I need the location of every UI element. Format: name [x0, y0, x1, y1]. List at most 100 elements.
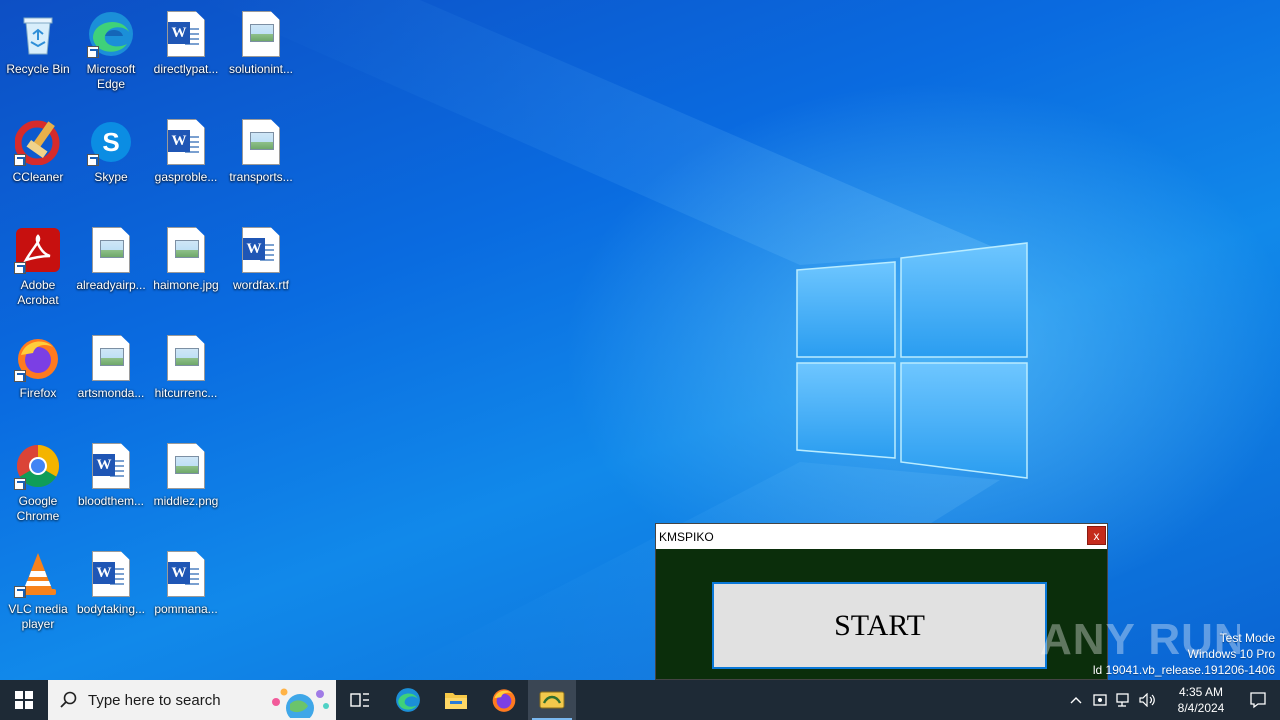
word-document-icon: W [237, 226, 285, 274]
show-hidden-icons-button[interactable] [1064, 680, 1088, 720]
edge-icon [396, 688, 420, 712]
kmspiko-app-icon [539, 691, 565, 709]
shortcut-arrow-icon [87, 46, 99, 58]
firefox-icon [14, 334, 62, 382]
task-view-button[interactable] [336, 680, 384, 720]
desktop-file-image[interactable]: alreadyairp... [73, 220, 149, 320]
icon-label: Google Chrome [16, 494, 60, 523]
shortcut-arrow-icon [14, 586, 26, 598]
windows-edition-text: Windows 10 Pro [1187, 647, 1275, 661]
network-icon [1116, 693, 1129, 707]
microsoft-edge-shortcut[interactable]: Microsoft Edge [73, 4, 149, 104]
icon-label: haimone.jpg [153, 278, 219, 292]
desktop-file-word[interactable]: W pommana... [148, 544, 224, 644]
notification-icon [1250, 692, 1266, 709]
ccleaner-icon [14, 118, 62, 166]
tray-app-icon [1093, 694, 1107, 706]
recycle-bin-icon [14, 10, 62, 58]
adobe-acrobat-icon [14, 226, 62, 274]
image-file-icon [87, 226, 135, 274]
taskbar-edge[interactable] [384, 680, 432, 720]
window-titlebar[interactable]: KMSPIKO [656, 524, 1107, 549]
word-document-icon: W [162, 550, 210, 598]
taskbar-search-box[interactable]: Type here to search [48, 680, 336, 720]
start-menu-button[interactable] [0, 680, 48, 720]
desktop-file-image[interactable]: solutionint... [223, 4, 299, 104]
clock-date: 8/4/2024 [1177, 701, 1225, 715]
recycle-bin-shortcut[interactable]: Recycle Bin [0, 4, 76, 104]
icon-label: solutionint... [228, 62, 294, 76]
edge-icon [87, 10, 135, 58]
shortcut-arrow-icon [14, 478, 26, 490]
skype-shortcut[interactable]: S Skype [73, 112, 149, 212]
icon-label: pommana... [154, 602, 218, 616]
image-file-icon [237, 118, 285, 166]
image-file-icon [237, 10, 285, 58]
close-button[interactable]: x [1087, 526, 1106, 545]
taskbar: Type here to search 4:35 AM 8/4/2024 [0, 680, 1280, 720]
speaker-icon [1139, 693, 1155, 707]
shortcut-arrow-icon [14, 154, 26, 166]
image-file-icon [162, 334, 210, 382]
windows-logo-icon [15, 691, 33, 709]
tray-app-button[interactable] [1088, 680, 1112, 720]
vlc-cone-icon [14, 550, 62, 598]
search-icon [60, 691, 77, 708]
desktop-file-word[interactable]: W bodytaking... [73, 544, 149, 644]
shortcut-arrow-icon [87, 154, 99, 166]
desktop-file-image[interactable]: middlez.png [148, 436, 224, 536]
desktop-file-image[interactable]: transports... [223, 112, 299, 212]
windows-build-info: Test Mode Windows 10 Pro ld 19041.vb_rel… [1093, 630, 1275, 678]
icon-label: VLC media player [8, 602, 68, 631]
test-mode-text: Test Mode [1219, 631, 1275, 645]
desktop-file-word[interactable]: W wordfax.rtf [223, 220, 299, 320]
image-file-icon [87, 334, 135, 382]
image-file-icon [162, 226, 210, 274]
window-title: KMSPIKO [659, 529, 714, 544]
search-placeholder: Type here to search [88, 691, 221, 709]
shortcut-arrow-icon [14, 370, 26, 382]
icon-label: wordfax.rtf [232, 278, 289, 292]
icon-label: Adobe Acrobat [17, 278, 59, 307]
word-document-icon: W [162, 10, 210, 58]
network-button[interactable] [1112, 680, 1136, 720]
icon-label: middlez.png [153, 494, 219, 508]
chrome-icon [14, 442, 62, 490]
icon-label: gasproble... [154, 170, 218, 184]
desktop-file-image[interactable]: hitcurrenc... [148, 328, 224, 428]
icon-label: Recycle Bin [6, 62, 70, 76]
image-file-icon [162, 442, 210, 490]
firefox-shortcut[interactable]: Firefox [0, 328, 76, 428]
taskbar-file-explorer[interactable] [432, 680, 480, 720]
icon-label: artsmonda... [77, 386, 145, 400]
start-button[interactable]: START [712, 582, 1047, 669]
icon-label: bodytaking... [76, 602, 146, 616]
icon-label: directlypat... [153, 62, 219, 76]
adobe-acrobat-shortcut[interactable]: Adobe Acrobat [0, 220, 76, 320]
desktop-file-image[interactable]: artsmonda... [73, 328, 149, 428]
skype-icon: S [87, 118, 135, 166]
action-center-button[interactable] [1236, 680, 1280, 720]
word-document-icon: W [87, 550, 135, 598]
clock-time: 4:35 AM [1178, 685, 1224, 699]
desktop-file-word[interactable]: W directlypat... [148, 4, 224, 104]
taskbar-clock[interactable]: 4:35 AM 8/4/2024 [1166, 684, 1236, 716]
taskbar-kmspiko[interactable] [528, 680, 576, 720]
icon-label: bloodthem... [77, 494, 145, 508]
vlc-shortcut[interactable]: VLC media player [0, 544, 76, 644]
icon-label: Firefox [19, 386, 57, 400]
desktop-file-word[interactable]: W gasproble... [148, 112, 224, 212]
taskbar-firefox[interactable] [480, 680, 528, 720]
firefox-icon [492, 689, 516, 712]
google-chrome-shortcut[interactable]: Google Chrome [0, 436, 76, 536]
word-document-icon: W [87, 442, 135, 490]
volume-button[interactable] [1136, 680, 1160, 720]
ccleaner-shortcut[interactable]: CCleaner [0, 112, 76, 212]
icon-label: hitcurrenc... [154, 386, 218, 400]
desktop-file-word[interactable]: W bloodthem... [73, 436, 149, 536]
icon-label: transports... [229, 170, 293, 184]
icon-label: Microsoft Edge [86, 62, 136, 91]
word-document-icon: W [162, 118, 210, 166]
desktop-file-image[interactable]: haimone.jpg [148, 220, 224, 320]
task-view-icon [350, 693, 369, 707]
